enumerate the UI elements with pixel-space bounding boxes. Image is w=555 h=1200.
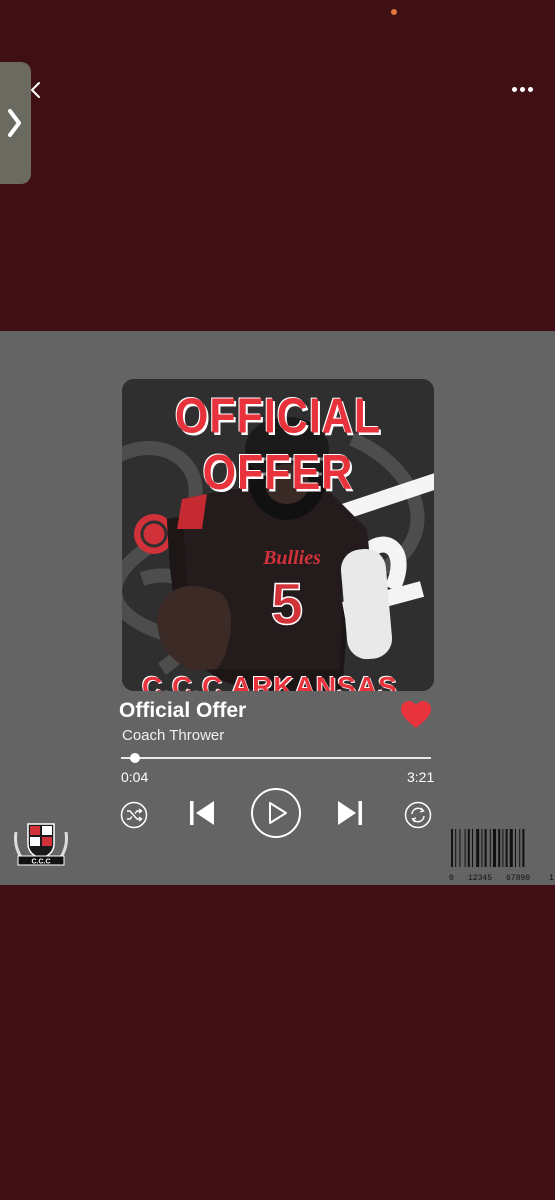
back-chevron-icon[interactable] (26, 80, 46, 100)
jersey-number: 5 (271, 572, 303, 637)
track-title: Official Offer (119, 699, 247, 722)
next-track-icon[interactable] (336, 798, 364, 828)
more-options-icon[interactable] (510, 82, 536, 96)
barcode: 0 12345 67890 1 (449, 829, 555, 886)
music-player-card: Bullies 5 OFFICIAL OFFER C.C.C ARKANSAS … (0, 331, 555, 885)
track-artist: Coach Thrower (122, 727, 225, 744)
progress-bar[interactable] (121, 753, 431, 763)
artwork-headline: OFFICIAL OFFER (174, 389, 382, 501)
jersey-name: Bullies (262, 547, 321, 569)
total-duration: 3:21 (407, 769, 435, 785)
previous-track-icon[interactable] (188, 798, 216, 828)
album-artwork: Bullies 5 OFFICIAL OFFER C.C.C ARKANSAS (122, 379, 434, 691)
team-crest-logo: C.C.C (14, 823, 68, 866)
chevron-right-icon (8, 109, 21, 137)
shuffle-icon[interactable] (120, 801, 148, 829)
repeat-icon[interactable] (404, 801, 432, 829)
elapsed-time: 0:04 (121, 769, 149, 785)
artwork-bottom-text: C.C.C ARKANSAS (142, 671, 398, 691)
status-indicator-dot (391, 9, 397, 15)
heart-icon[interactable] (400, 701, 432, 729)
svg-text:C.C.C: C.C.C (31, 859, 50, 866)
progress-knob[interactable] (130, 753, 141, 763)
play-button[interactable] (250, 787, 302, 839)
